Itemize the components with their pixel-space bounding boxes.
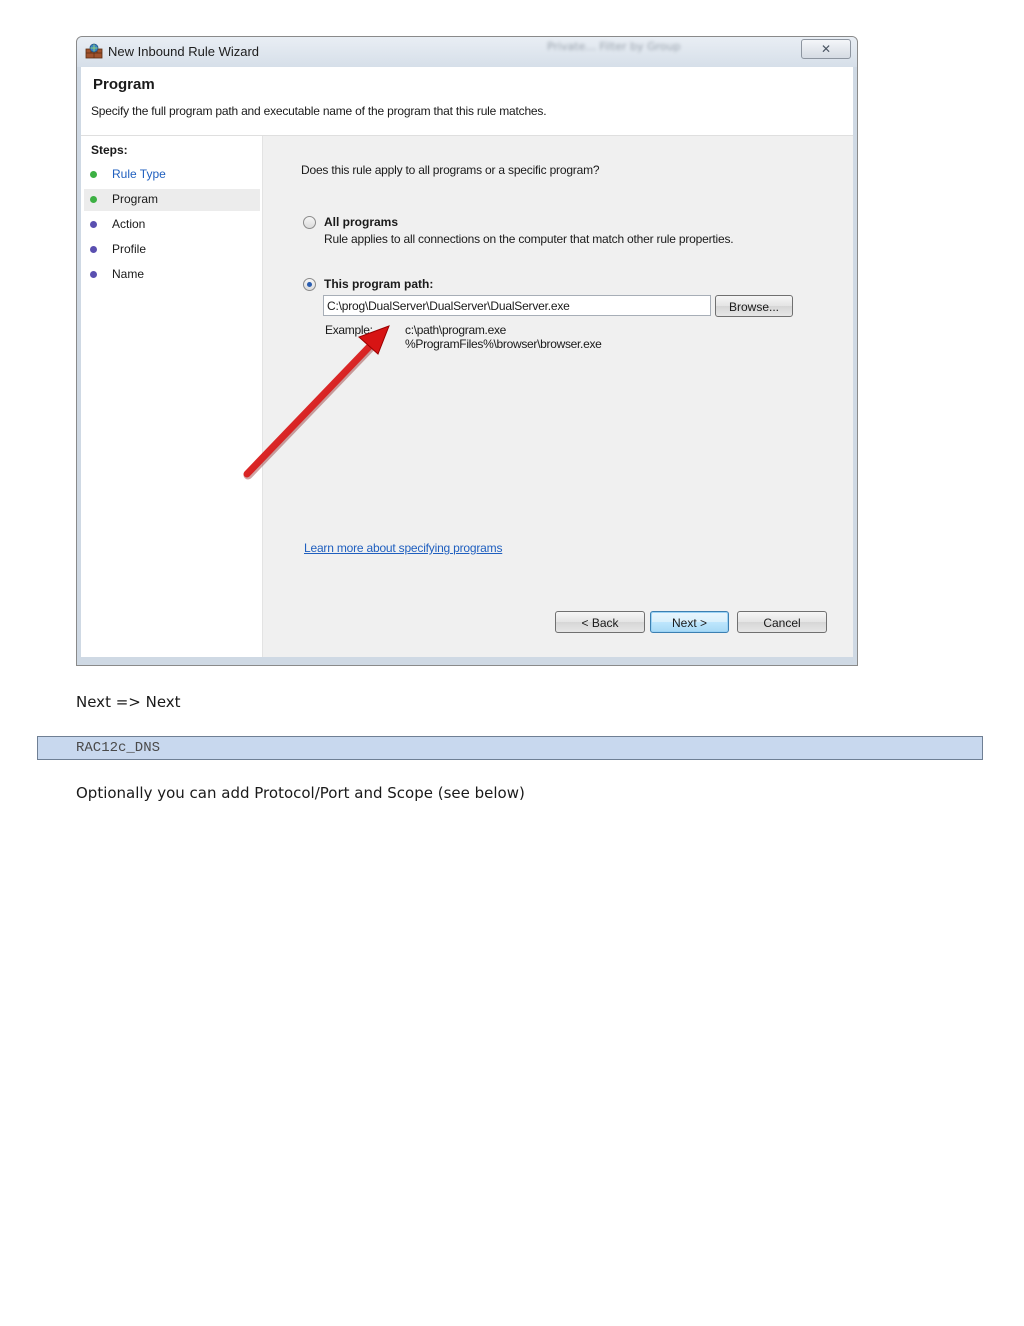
red-arrow-annotation [243,325,390,480]
code-block: RAC12c_DNS [37,736,983,760]
optional-note-text: Optionally you can add Protocol/Port and… [76,784,525,802]
wizard-window: New Inbound Rule Wizard Private... Filte… [76,36,858,666]
instruction-text: Next => Next [76,693,181,711]
code-text: RAC12c_DNS [76,740,161,756]
